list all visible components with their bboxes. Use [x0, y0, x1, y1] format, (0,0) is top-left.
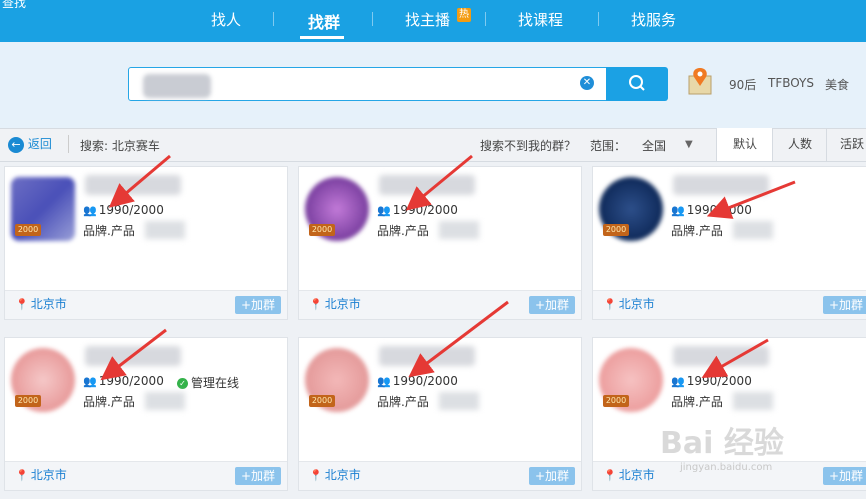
annotation-arrow: [408, 300, 509, 378]
annotation-arrow: [706, 180, 796, 219]
watermark-url: jingyan.baidu.com: [680, 462, 773, 473]
watermark-logo: Bai 经验: [660, 426, 784, 461]
annotation-arrow: [100, 328, 167, 381]
annotation-arrow: [701, 338, 769, 378]
annotation-arrow: [108, 154, 171, 208]
annotation-arrow: [405, 154, 473, 211]
